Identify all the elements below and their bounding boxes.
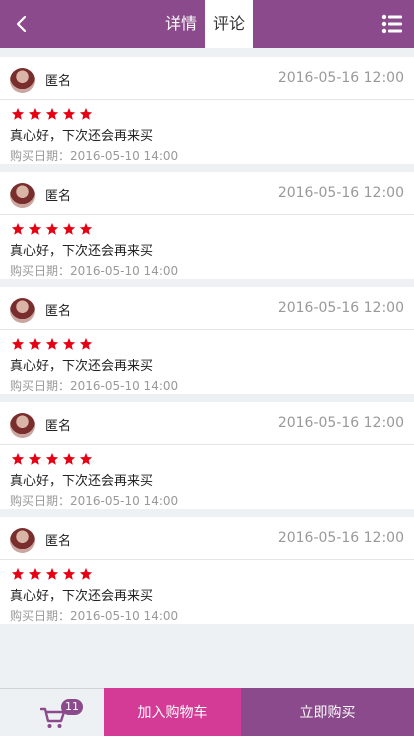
review-header: 匿名 2016-05-16 12:00 bbox=[0, 517, 414, 560]
star-icon bbox=[11, 452, 25, 465]
cart-count-badge: 11 bbox=[61, 699, 83, 715]
review-date: 2016-05-16 12:00 bbox=[277, 300, 404, 316]
star-icon bbox=[79, 567, 93, 580]
star-rating bbox=[11, 222, 93, 236]
purchase-date: 购买日期：2016-05-10 14:00 bbox=[10, 494, 179, 508]
purchase-date: 购买日期：2016-05-10 14:00 bbox=[10, 264, 179, 278]
tab-reviews[interactable]: 评论 bbox=[205, 0, 254, 48]
back-button[interactable] bbox=[8, 10, 36, 38]
top-nav-bar: 详情 评论 bbox=[0, 0, 414, 48]
menu-button[interactable] bbox=[380, 12, 404, 36]
reviewer-name: 匿名 bbox=[45, 419, 72, 434]
star-icon bbox=[62, 222, 76, 235]
star-icon bbox=[62, 567, 76, 580]
star-icon bbox=[45, 107, 59, 120]
review-item: 匿名 2016-05-16 12:00 真心好，下次还会再来买 购买日期：201… bbox=[0, 517, 414, 624]
star-icon bbox=[28, 222, 42, 235]
star-icon bbox=[79, 337, 93, 350]
review-item: 匿名 2016-05-16 12:00 真心好，下次还会再来买 购买日期：201… bbox=[0, 57, 414, 164]
add-to-cart-button[interactable]: 加入购物车 bbox=[104, 688, 241, 736]
review-header: 匿名 2016-05-16 12:00 bbox=[0, 402, 414, 445]
star-icon bbox=[11, 222, 25, 235]
star-icon bbox=[11, 567, 25, 580]
avatar bbox=[10, 528, 35, 553]
avatar bbox=[10, 68, 35, 93]
star-icon bbox=[62, 337, 76, 350]
star-icon bbox=[11, 337, 25, 350]
star-icon bbox=[11, 107, 25, 120]
star-icon bbox=[28, 567, 42, 580]
reviewer-name: 匿名 bbox=[45, 534, 72, 549]
star-icon bbox=[62, 107, 76, 120]
cart-button[interactable]: 11 bbox=[0, 688, 104, 736]
review-comment: 真心好，下次还会再来买 bbox=[10, 244, 154, 259]
review-item: 匿名 2016-05-16 12:00 真心好，下次还会再来买 购买日期：201… bbox=[0, 402, 414, 509]
review-item: 匿名 2016-05-16 12:00 真心好，下次还会再来买 购买日期：201… bbox=[0, 287, 414, 394]
star-icon bbox=[28, 107, 42, 120]
purchase-date: 购买日期：2016-05-10 14:00 bbox=[10, 379, 179, 393]
star-icon bbox=[28, 337, 42, 350]
purchase-date: 购买日期：2016-05-10 14:00 bbox=[10, 149, 179, 163]
tab-bar: 详情 评论 bbox=[157, 0, 254, 48]
star-icon bbox=[79, 452, 93, 465]
review-header: 匿名 2016-05-16 12:00 bbox=[0, 172, 414, 215]
avatar bbox=[10, 413, 35, 438]
star-icon bbox=[79, 107, 93, 120]
tab-details[interactable]: 详情 bbox=[157, 0, 205, 48]
star-icon bbox=[45, 567, 59, 580]
review-comment: 真心好，下次还会再来买 bbox=[10, 359, 154, 374]
star-icon bbox=[28, 452, 42, 465]
star-icon bbox=[62, 452, 76, 465]
reviewer-name: 匿名 bbox=[45, 74, 72, 89]
review-date: 2016-05-16 12:00 bbox=[277, 185, 404, 201]
purchase-date: 购买日期：2016-05-10 14:00 bbox=[10, 609, 179, 623]
review-header: 匿名 2016-05-16 12:00 bbox=[0, 287, 414, 330]
star-rating bbox=[11, 337, 93, 351]
review-date: 2016-05-16 12:00 bbox=[277, 530, 404, 546]
star-icon bbox=[45, 222, 59, 235]
review-date: 2016-05-16 12:00 bbox=[277, 70, 404, 86]
star-rating bbox=[11, 107, 93, 121]
star-icon bbox=[45, 337, 59, 350]
buy-now-button[interactable]: 立即购买 bbox=[241, 688, 414, 736]
review-date: 2016-05-16 12:00 bbox=[277, 415, 404, 431]
review-comment: 真心好，下次还会再来买 bbox=[10, 129, 154, 144]
star-icon bbox=[45, 452, 59, 465]
review-item: 匿名 2016-05-16 12:00 真心好，下次还会再来买 购买日期：201… bbox=[0, 172, 414, 279]
star-rating bbox=[11, 452, 93, 466]
avatar bbox=[10, 298, 35, 323]
reviewer-name: 匿名 bbox=[45, 304, 72, 319]
review-list: 匿名 2016-05-16 12:00 真心好，下次还会再来买 购买日期：201… bbox=[0, 57, 414, 632]
star-rating bbox=[11, 567, 93, 581]
review-comment: 真心好，下次还会再来买 bbox=[10, 474, 154, 489]
star-icon bbox=[79, 222, 93, 235]
review-comment: 真心好，下次还会再来买 bbox=[10, 589, 154, 604]
bottom-action-bar: 11 加入购物车 立即购买 bbox=[0, 688, 414, 736]
list-menu-icon bbox=[381, 14, 402, 34]
review-header: 匿名 2016-05-16 12:00 bbox=[0, 57, 414, 100]
avatar bbox=[10, 183, 35, 208]
chevron-left-icon bbox=[16, 15, 27, 33]
reviewer-name: 匿名 bbox=[45, 189, 72, 204]
